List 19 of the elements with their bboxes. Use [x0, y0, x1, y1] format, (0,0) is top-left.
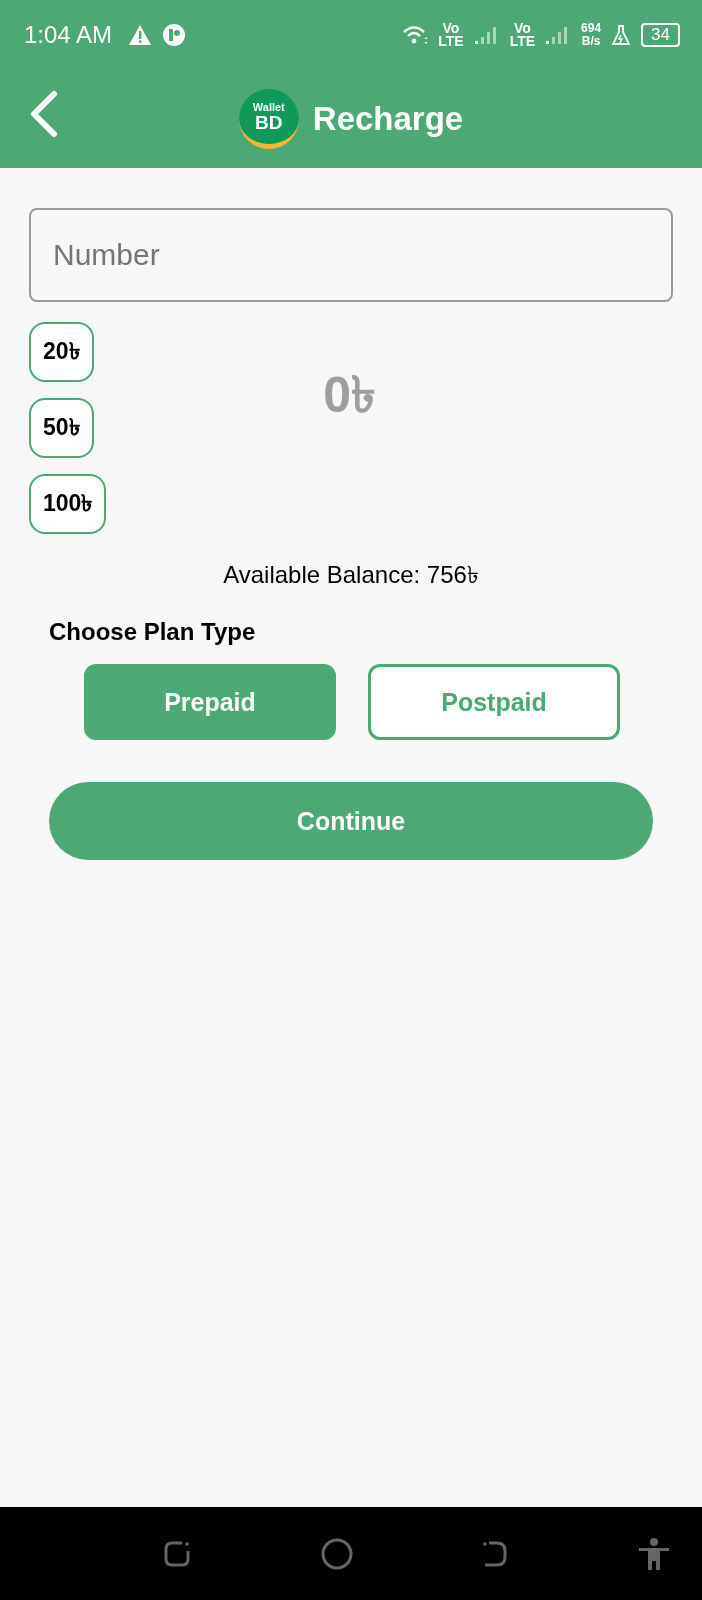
logo: Wallet BD — [238, 89, 299, 149]
screen-title: Recharge — [312, 100, 464, 138]
amount-chip[interactable]: 20৳ — [29, 322, 94, 382]
back-icon[interactable] — [28, 90, 58, 138]
plan-heading: Choose Plan Type — [49, 618, 257, 646]
network-label: Vo LTE — [509, 22, 536, 48]
warning-icon — [128, 24, 153, 46]
network-label: Vo LTE — [438, 22, 464, 48]
battery-level: 34 — [641, 23, 680, 47]
wifi-icon — [402, 24, 429, 46]
amount-chip[interactable]: 100৳ — [29, 474, 107, 534]
amount-display: 0৳ — [322, 366, 378, 425]
number-field[interactable]: Number — [29, 208, 673, 302]
flask-icon — [611, 24, 632, 46]
status-time: 1:04 AM — [24, 21, 113, 49]
app-notification-icon — [162, 23, 187, 47]
available-balance: Available Balance: 756৳ — [222, 560, 480, 590]
network-speed: 694 B/s — [581, 22, 602, 48]
amount-chip[interactable]: 50৳ — [29, 398, 94, 458]
